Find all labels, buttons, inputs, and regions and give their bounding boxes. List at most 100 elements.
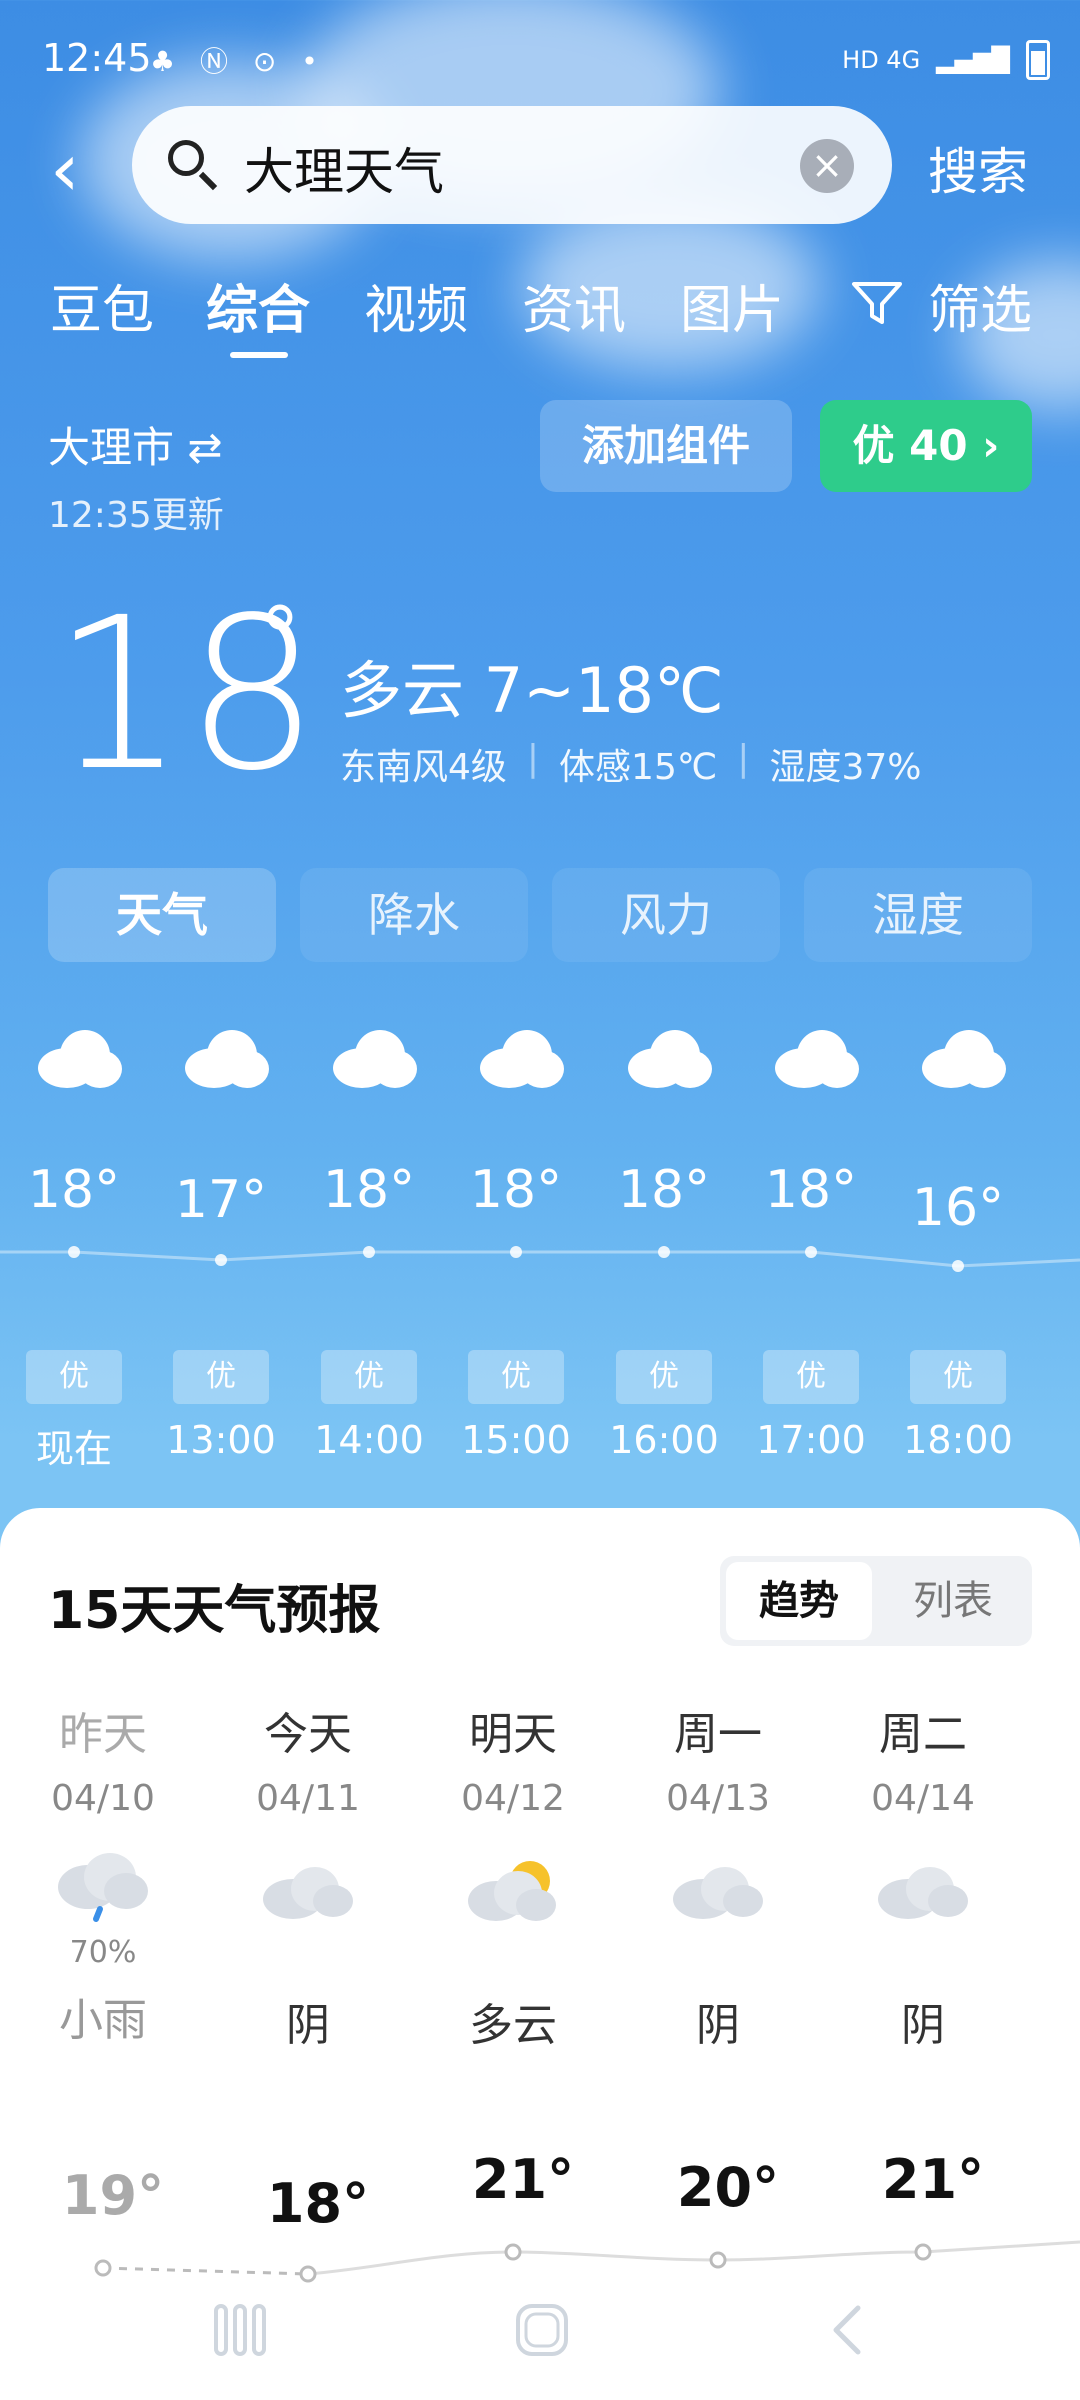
filter-icon[interactable]	[850, 278, 904, 330]
day-name: 明天	[469, 1709, 557, 1760]
tab-general[interactable]: 综合	[206, 268, 310, 343]
day-date: 04/11	[256, 1778, 360, 1819]
divider: |	[526, 738, 540, 779]
signal-icon: ▂▄▆█	[936, 46, 1010, 74]
day-condition: 小雨	[59, 1995, 147, 2046]
divider: |	[737, 738, 750, 779]
day-condition: 阴	[286, 2000, 330, 2051]
day-high-temp: 20°	[676, 2156, 780, 2219]
day-date: 04/10	[51, 1778, 155, 1819]
back-icon[interactable]: ‹	[50, 130, 110, 210]
hourly-time: 18:00	[903, 1418, 1013, 1462]
hourly-temp: 16°	[911, 1178, 1005, 1238]
city-label[interactable]: 大理市 ⇄	[48, 414, 223, 475]
cloud-icon	[38, 1030, 122, 1088]
forecast-day[interactable]: 明天 04/12 多云	[418, 1698, 608, 2053]
day-high-temp: 21°	[471, 2148, 575, 2211]
cloud-icon	[922, 1030, 1006, 1088]
hourly-time: 15:00	[461, 1418, 571, 1462]
hourly-temp: 18°	[322, 1160, 416, 1220]
forecast-card: 15天天气预报 趋势 列表 昨天 04/10 70% 小雨 今天 04/11 阴…	[0, 1508, 1080, 2400]
recent-apps-icon[interactable]	[210, 2300, 270, 2360]
forecast-day[interactable]: 周一 04/13 阴	[623, 1698, 813, 2053]
cloud-icon	[480, 1030, 564, 1088]
hourly-item[interactable]: 18° 优 15:00	[442, 1020, 590, 1462]
temp-dot	[805, 1246, 817, 1258]
trend-toggle[interactable]: 趋势	[726, 1562, 872, 1640]
feels-like-text: 体感15℃	[559, 747, 718, 788]
hourly-time: 14:00	[314, 1418, 424, 1462]
wind-text: 东南风4级	[340, 747, 507, 788]
hourly-temp: 17°	[174, 1170, 268, 1230]
day-date: 04/14	[871, 1778, 975, 1819]
rain-probability	[623, 1941, 813, 1975]
hourly-time: 13:00	[166, 1418, 276, 1462]
tab-video[interactable]: 视频	[364, 268, 468, 343]
degree-symbol: °	[260, 590, 300, 683]
hourly-item[interactable]: 18° 优 14:00	[295, 1020, 443, 1462]
metric-tab-weather[interactable]: 天气	[48, 868, 276, 962]
status-bar: 12:45 ♣ Ⓝ ⊙ • HD 4G ▂▄▆█	[0, 0, 1080, 120]
hourly-item[interactable]: 18° 优 17:00	[737, 1020, 885, 1462]
cloud-icon	[333, 1030, 417, 1088]
search-button[interactable]: 搜索	[928, 132, 1028, 204]
status-right: HD 4G ▂▄▆█	[842, 40, 1050, 80]
forecast-day[interactable]: 周二 04/14 阴	[828, 1698, 1018, 2053]
hourly-temp: 18°	[27, 1160, 121, 1220]
forecast-title: 15天天气预报	[48, 1581, 381, 1641]
aqi-badge-button[interactable]: 优 40 ›	[820, 400, 1032, 492]
day-name: 周二	[879, 1709, 967, 1760]
add-widget-button[interactable]: 添加组件	[540, 400, 792, 492]
home-icon[interactable]	[512, 2300, 572, 2360]
status-time: 12:45	[42, 36, 152, 80]
cloud-icon	[868, 1851, 978, 1941]
day-condition: 多云	[469, 2000, 557, 2051]
tab-news[interactable]: 资讯	[522, 268, 626, 343]
active-tab-indicator	[230, 352, 288, 358]
rain-probability	[828, 1941, 1018, 1975]
current-details: 东南风4级 | 体感15℃ | 湿度37%	[340, 738, 921, 790]
search-input[interactable]: 大理天气 ×	[132, 106, 892, 224]
day-high-temp: 19°	[61, 2164, 165, 2227]
tab-images[interactable]: 图片	[680, 268, 784, 343]
hourly-item[interactable]: 17° 优 13:00	[147, 1020, 295, 1462]
cloud-icon	[253, 1851, 363, 1941]
day-condition: 阴	[696, 2000, 740, 2051]
hourly-item[interactable]: 16° 优 18:00	[884, 1020, 1032, 1462]
tab-doubao[interactable]: 豆包	[50, 268, 154, 343]
cloud-icon	[663, 1851, 773, 1941]
partly-cloudy-icon	[458, 1851, 568, 1941]
back-nav-icon[interactable]	[818, 2300, 878, 2360]
day-high-temp: 18°	[266, 2172, 370, 2235]
day-name: 昨天	[59, 1709, 147, 1760]
search-query[interactable]: 大理天气	[244, 132, 444, 204]
rain-probability	[213, 1941, 403, 1975]
hourly-aqi: 优	[763, 1350, 859, 1404]
metric-tab-wind[interactable]: 风力	[552, 868, 780, 962]
hourly-time: 现在	[35, 1427, 112, 1471]
temp-dot	[68, 1246, 80, 1258]
hourly-aqi: 优	[173, 1350, 269, 1404]
hourly-aqi: 优	[321, 1350, 417, 1404]
metric-tab-humidity[interactable]: 湿度	[804, 868, 1032, 962]
battery-icon	[1026, 40, 1050, 80]
forecast-day[interactable]: 今天 04/11 阴	[213, 1698, 403, 2053]
temp-dot	[215, 1254, 227, 1266]
view-toggle[interactable]: 趋势 列表	[720, 1556, 1032, 1646]
day-condition: 阴	[901, 2000, 945, 2051]
list-toggle[interactable]: 列表	[880, 1562, 1026, 1640]
clear-icon[interactable]: ×	[800, 139, 854, 193]
metric-tab-precipitation[interactable]: 降水	[300, 868, 528, 962]
cloud-icon	[628, 1030, 712, 1088]
tab-filter[interactable]: 筛选	[928, 268, 1032, 343]
switch-city-icon[interactable]: ⇄	[187, 423, 222, 472]
forecast-day[interactable]: 昨天 04/10 70% 小雨	[8, 1698, 198, 2048]
day-name: 周一	[674, 1709, 762, 1760]
day-date: 04/12	[461, 1778, 565, 1819]
update-time: 12:35更新	[48, 495, 224, 536]
hourly-aqi: 优	[616, 1350, 712, 1404]
day-name: 今天	[264, 1709, 352, 1760]
hourly-item[interactable]: 18° 优 16:00	[590, 1020, 738, 1462]
hourly-item[interactable]: 18° 优 现在	[0, 1020, 148, 1471]
hourly-time: 16:00	[609, 1418, 719, 1462]
